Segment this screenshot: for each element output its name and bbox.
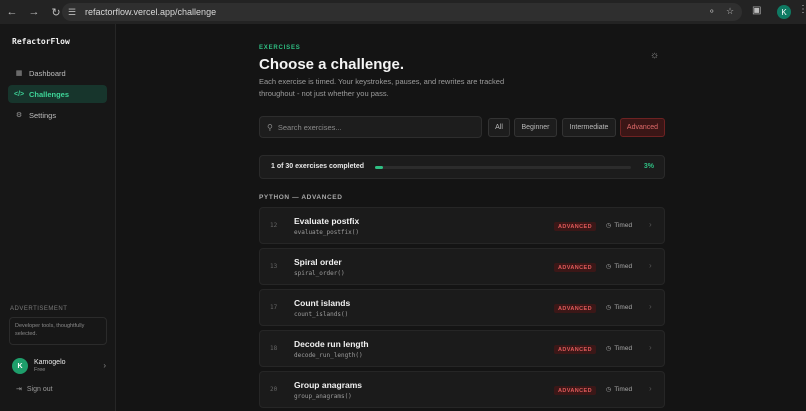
exercise-card[interactable]: 18 Decode run length decode_run_length()… <box>259 330 665 367</box>
sun-icon[interactable]: ☼ <box>650 50 659 61</box>
exercise-name: Evaluate postfix <box>294 216 360 226</box>
clock-icon: ◷ <box>606 223 612 229</box>
exercise-card[interactable]: 17 Count islands count_islands() ADVANCE… <box>259 289 665 326</box>
clock-icon: ◷ <box>606 264 612 270</box>
progress-track <box>375 166 631 169</box>
chevron-right-icon: › <box>649 220 652 229</box>
clock-icon: ◷ <box>606 387 612 393</box>
exercise-number: 17 <box>270 304 278 311</box>
exercise-name: Group anagrams <box>294 380 363 390</box>
timed-label: ◷ Timed <box>606 386 632 393</box>
exercise-card[interactable]: 20 Group anagrams group_anagrams() ADVAN… <box>259 371 665 408</box>
filter-intermediate-button[interactable]: Intermediate <box>562 118 616 137</box>
page-subtitle: Each exercise is timed. Your keystrokes,… <box>259 77 505 98</box>
difficulty-badge: ADVANCED <box>554 386 596 395</box>
page-title: Choose a challenge. <box>259 56 405 73</box>
url-text[interactable]: refactorflow.vercel.app/challenge <box>85 7 216 17</box>
search-box[interactable]: ⚲ <box>259 116 482 138</box>
grid-icon: ▦ <box>15 70 23 77</box>
exercise-card[interactable]: 13 Spiral order spiral_order() ADVANCED … <box>259 248 665 285</box>
site-settings-icon[interactable]: ☰ <box>68 7 80 18</box>
chevron-right-icon: › <box>649 302 652 311</box>
brand-logo[interactable]: RefactorFlow <box>12 37 70 46</box>
search-icon: ⚲ <box>267 122 273 132</box>
progress-label: 1 of 30 exercises completed <box>271 163 364 170</box>
sidebar-item-label: Settings <box>29 110 57 120</box>
main-content: EXERCISES Choose a challenge. Each exerc… <box>117 24 806 411</box>
user-plan: Free <box>34 367 46 373</box>
difficulty-badge: ADVANCED <box>554 222 596 231</box>
sidebar-item-label: Dashboard <box>29 68 66 78</box>
exercise-function: group_anagrams() <box>294 393 352 400</box>
section-eyebrow: EXERCISES <box>259 45 301 51</box>
exercise-number: 13 <box>270 263 278 270</box>
code-icon: </> <box>14 90 25 98</box>
gear-icon: ⚙ <box>15 112 23 119</box>
reload-icon[interactable]: ↻ <box>49 5 63 19</box>
timed-text: Timed <box>614 222 633 229</box>
timed-label: ◷ Timed <box>606 263 632 270</box>
exercise-function: spiral_order() <box>294 270 345 277</box>
section-heading: PYTHON — ADVANCED <box>259 194 343 201</box>
filter-advanced-button[interactable]: Advanced <box>620 118 665 137</box>
chevron-right-icon: › <box>649 261 652 270</box>
exercise-name: Spiral order <box>294 257 342 267</box>
sidebar-item-label: Challenges <box>29 89 70 99</box>
timed-text: Timed <box>614 386 633 393</box>
sidebar-item-dashboard[interactable]: ▦ Dashboard <box>8 64 107 82</box>
difficulty-badge: ADVANCED <box>554 345 596 354</box>
advertisement-label: ADVERTISEMENT <box>10 306 68 312</box>
sidebar-item-challenges[interactable]: </> Challenges <box>8 85 107 103</box>
progress-fill <box>375 166 383 169</box>
sign-out-button[interactable]: ⇥ Sign out <box>16 385 53 394</box>
exercise-number: 12 <box>270 222 278 229</box>
exercise-function: evaluate_postfix() <box>294 229 360 236</box>
chevron-right-icon: › <box>649 384 652 393</box>
user-name: Kamogelo <box>34 359 66 366</box>
timed-text: Timed <box>614 345 633 352</box>
exercise-function: count_islands() <box>294 311 349 318</box>
filter-all-button[interactable]: All <box>488 118 510 137</box>
sidebar-item-settings[interactable]: ⚙ Settings <box>8 106 107 124</box>
profile-avatar[interactable]: K <box>777 5 791 19</box>
exercise-number: 18 <box>270 345 278 352</box>
progress-percent: 3% <box>643 163 654 170</box>
difficulty-badge: ADVANCED <box>554 263 596 272</box>
timed-label: ◷ Timed <box>606 304 632 311</box>
address-bar[interactable]: ☰ refactorflow.vercel.app/challenge ⚬ ☆ <box>62 3 742 21</box>
exercise-function: decode_run_length() <box>294 352 363 359</box>
exercise-card[interactable]: 12 Evaluate postfix evaluate_postfix() A… <box>259 207 665 244</box>
exercise-name: Decode run length <box>294 339 369 349</box>
search-input[interactable] <box>277 122 458 132</box>
browser-toolbar: ← → ↻ ☰ refactorflow.vercel.app/challeng… <box>0 0 806 24</box>
advertisement-box[interactable]: Developer tools, thoughtfully selected. <box>9 317 107 345</box>
forward-arrow-icon[interactable]: → <box>27 5 41 19</box>
sidebar: RefactorFlow ▦ Dashboard </> Challenges … <box>0 24 116 411</box>
progress-card: 1 of 30 exercises completed 3% <box>259 155 665 179</box>
difficulty-badge: ADVANCED <box>554 304 596 313</box>
exercise-name: Count islands <box>294 298 351 308</box>
user-profile[interactable]: K Kamogelo Free › <box>12 358 106 374</box>
sign-out-label: Sign out <box>26 385 53 393</box>
timed-label: ◷ Timed <box>606 222 632 229</box>
avatar: K <box>12 358 28 374</box>
key-icon[interactable]: ⚬ <box>708 6 716 17</box>
timed-text: Timed <box>614 263 633 270</box>
chevron-right-icon: › <box>649 343 652 352</box>
sign-out-icon: ⇥ <box>16 386 22 393</box>
chevron-right-icon: › <box>103 361 106 370</box>
filter-beginner-button[interactable]: Beginner <box>514 118 557 137</box>
timed-text: Timed <box>614 304 633 311</box>
clock-icon: ◷ <box>606 346 612 352</box>
timed-label: ◷ Timed <box>606 345 632 352</box>
extensions-icon[interactable]: ▣ <box>752 5 761 16</box>
back-arrow-icon[interactable]: ← <box>5 5 19 19</box>
more-menu-icon[interactable]: ⋮ <box>798 4 806 15</box>
star-icon[interactable]: ☆ <box>726 6 734 17</box>
exercise-number: 20 <box>270 386 278 393</box>
clock-icon: ◷ <box>606 305 612 311</box>
